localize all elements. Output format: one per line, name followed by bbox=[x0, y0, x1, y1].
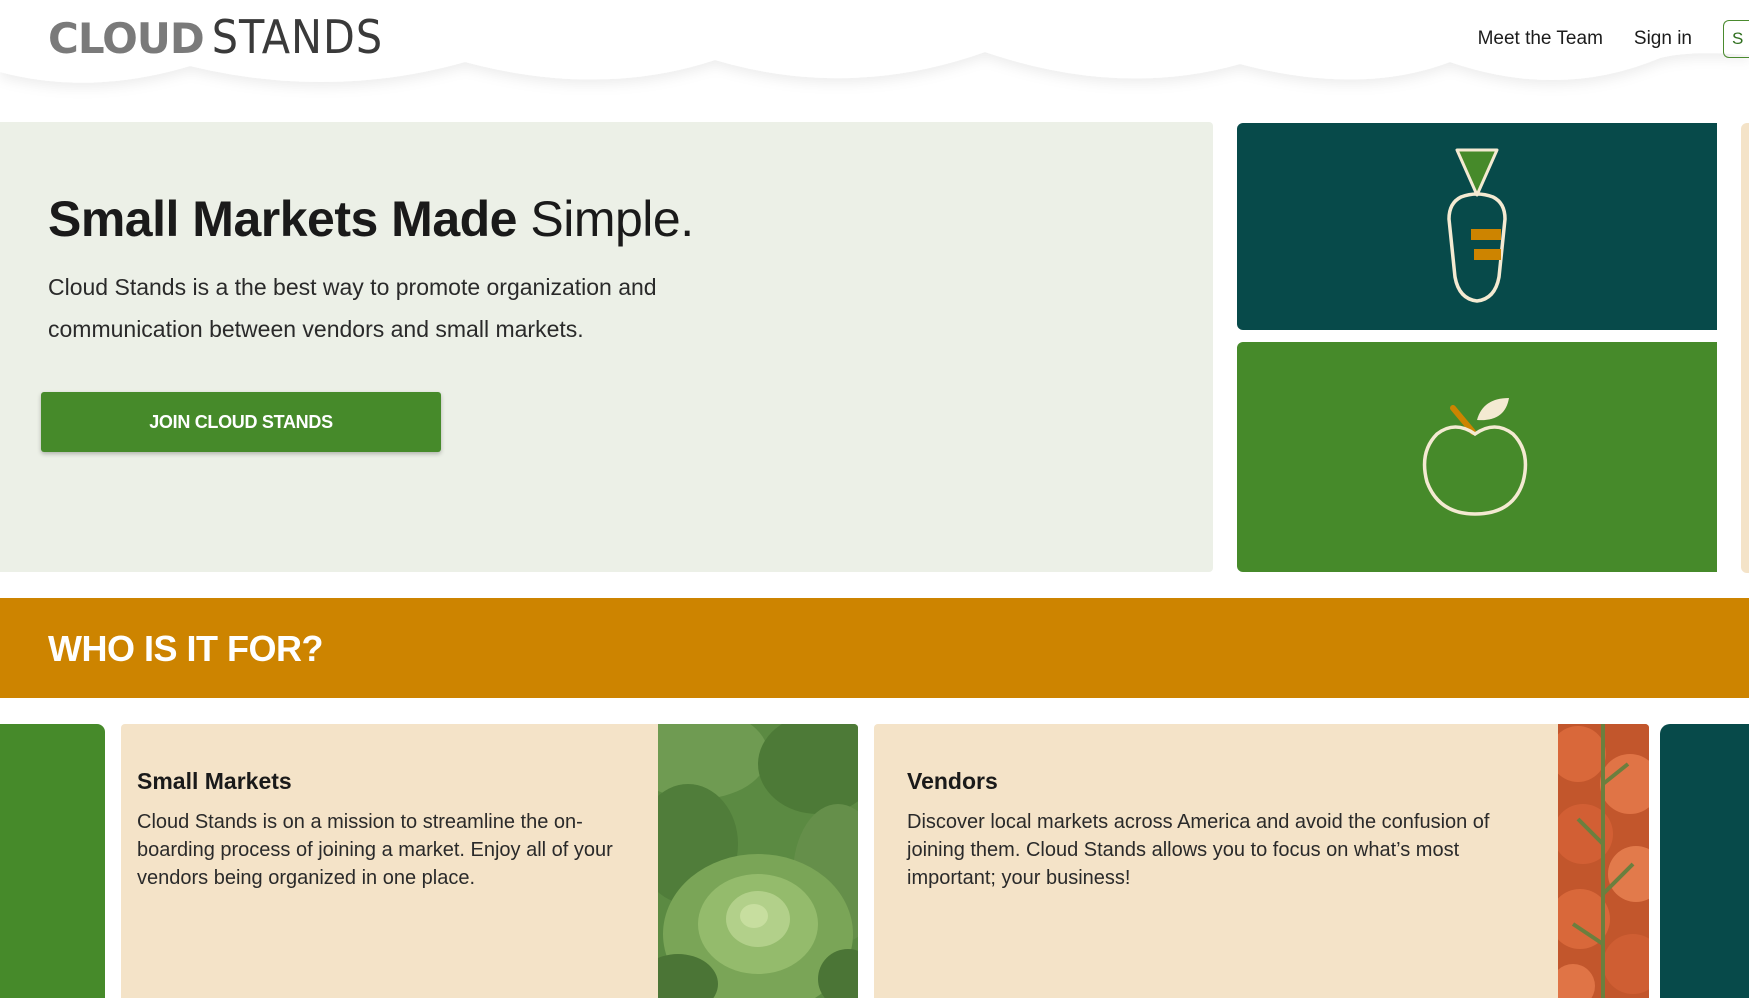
hero-title-light: Simple. bbox=[530, 191, 694, 247]
sign-up-button[interactable]: S bbox=[1723, 20, 1749, 58]
card-title: Small Markets bbox=[137, 768, 292, 794]
apple-icon bbox=[1422, 398, 1528, 516]
site-logo[interactable]: CLOUD STANDS bbox=[48, 10, 383, 64]
hero-title: Small Markets Made Simple. bbox=[48, 190, 694, 248]
apple-tile bbox=[1237, 342, 1717, 572]
card-title: Vendors bbox=[907, 768, 998, 794]
logo-bold-text: CLOUD bbox=[48, 14, 205, 63]
card-text: Cloud Stands is on a mission to streamli… bbox=[137, 811, 613, 889]
carrot-tile bbox=[1237, 123, 1717, 330]
join-cloud-stands-button[interactable]: JOIN CLOUD STANDS bbox=[41, 392, 441, 452]
next-card-edge[interactable] bbox=[1660, 724, 1749, 998]
previous-card-edge[interactable] bbox=[0, 724, 105, 998]
carrot-icon bbox=[1447, 148, 1507, 303]
who-is-it-for-banner: WHO IS IT FOR? bbox=[0, 598, 1749, 698]
small-markets-card: Small Markets Cloud Stands is on a missi… bbox=[121, 724, 858, 998]
nav-meet-the-team[interactable]: Meet the Team bbox=[1478, 28, 1603, 50]
nav-sign-in[interactable]: Sign in bbox=[1634, 28, 1692, 50]
card-text: Discover local markets across America an… bbox=[907, 811, 1490, 889]
hero-panel: Small Markets Made Simple. Cloud Stands … bbox=[0, 122, 1213, 572]
next-tile-edge bbox=[1741, 123, 1749, 573]
hero-description: Cloud Stands is a the best way to promot… bbox=[48, 274, 657, 342]
hero-title-strong: Small Markets Made bbox=[48, 191, 517, 247]
tomatoes-image bbox=[1550, 724, 1649, 998]
top-nav: Meet the Team Sign in S bbox=[1478, 20, 1749, 58]
vendors-card: Vendors Discover local markets across Am… bbox=[874, 724, 1649, 998]
section-title: WHO IS IT FOR? bbox=[48, 628, 323, 669]
lettuce-image bbox=[628, 724, 858, 998]
logo-light-text: STANDS bbox=[211, 10, 384, 64]
site-header: CLOUD STANDS Meet the Team Sign in S bbox=[0, 0, 1749, 110]
